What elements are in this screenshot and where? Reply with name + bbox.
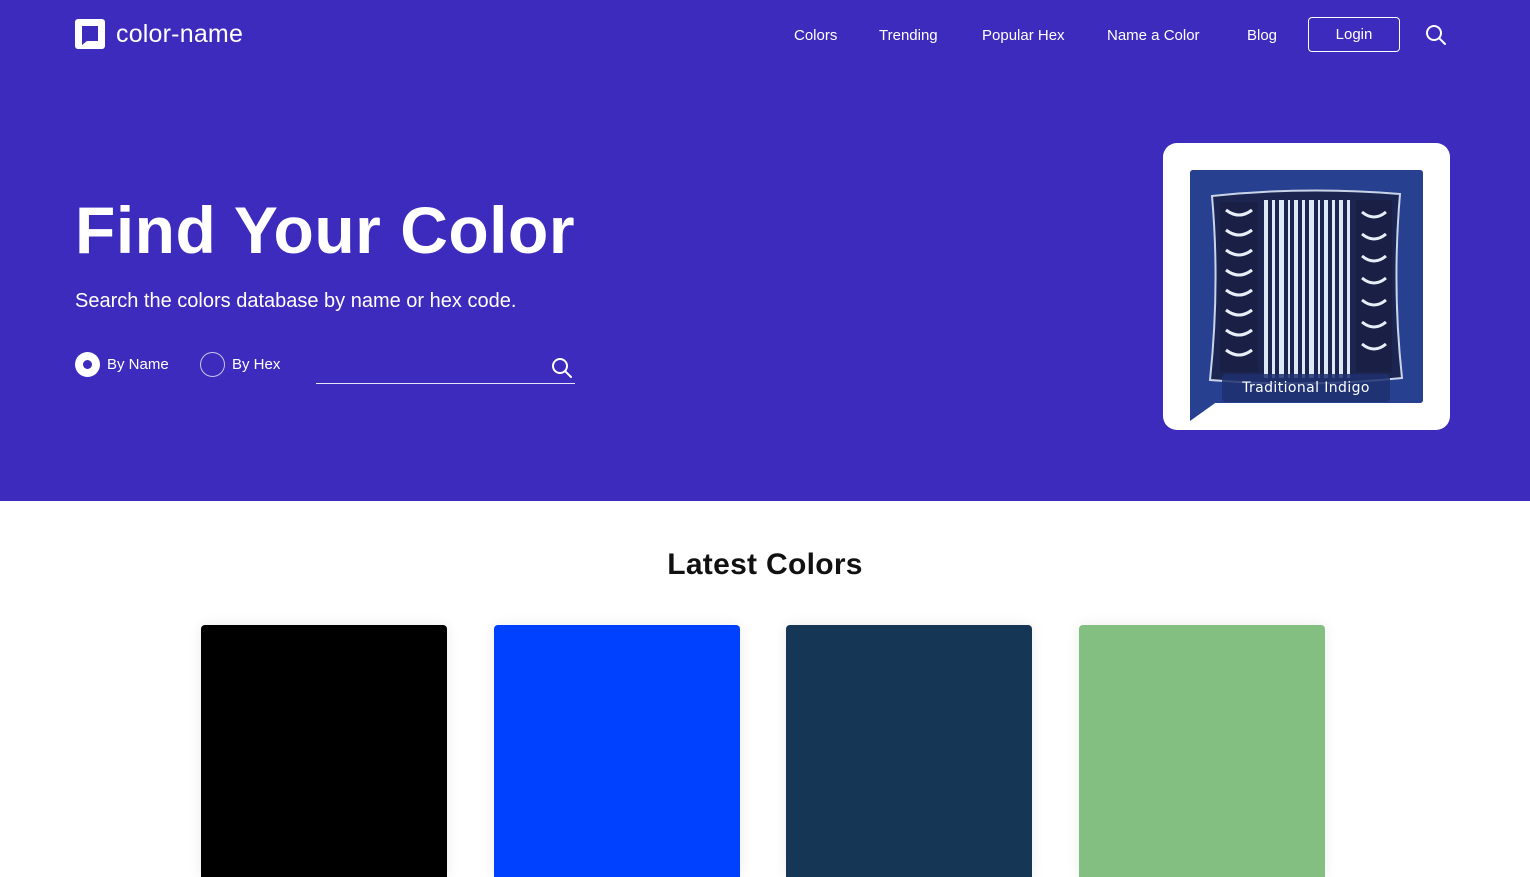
radio-checked-icon <box>75 352 100 377</box>
search-icon[interactable] <box>1425 24 1447 46</box>
hero-subtitle: Search the colors database by name or he… <box>75 290 517 312</box>
color-search-input[interactable] <box>316 350 541 383</box>
speech-tail-icon <box>1190 401 1218 421</box>
nav-item-trending[interactable]: Trending <box>879 24 938 48</box>
page-title: Find Your Color <box>75 193 576 267</box>
radio-by-hex[interactable]: By Hex <box>200 352 280 377</box>
color-swatch[interactable] <box>786 625 1032 877</box>
login-button[interactable]: Login <box>1308 17 1400 52</box>
nav-item-name-a-color[interactable]: Name a Color <box>1107 24 1200 48</box>
brand-logo[interactable]: color-name <box>75 19 243 49</box>
featured-color-image <box>1190 170 1423 403</box>
latest-colors-title: Latest Colors <box>667 548 863 581</box>
nav-item-colors[interactable]: Colors <box>794 24 837 48</box>
radio-label-by-name: By Name <box>107 356 169 373</box>
brand-name: color-name <box>116 19 244 48</box>
nav-item-blog[interactable]: Blog <box>1247 24 1277 48</box>
color-swatch[interactable] <box>1079 625 1325 877</box>
featured-color-name: Traditional Indigo <box>1222 374 1390 402</box>
radio-by-name[interactable]: By Name <box>75 352 169 377</box>
speech-bubble-icon <box>75 19 105 49</box>
radio-label-by-hex: By Hex <box>232 356 281 373</box>
color-swatch[interactable] <box>494 625 740 877</box>
nav-item-popular-hex[interactable]: Popular Hex <box>982 24 1065 48</box>
color-search-field <box>316 350 575 384</box>
color-swatch[interactable] <box>201 625 447 877</box>
search-submit-icon[interactable] <box>551 357 573 379</box>
radio-unchecked-icon <box>200 352 225 377</box>
